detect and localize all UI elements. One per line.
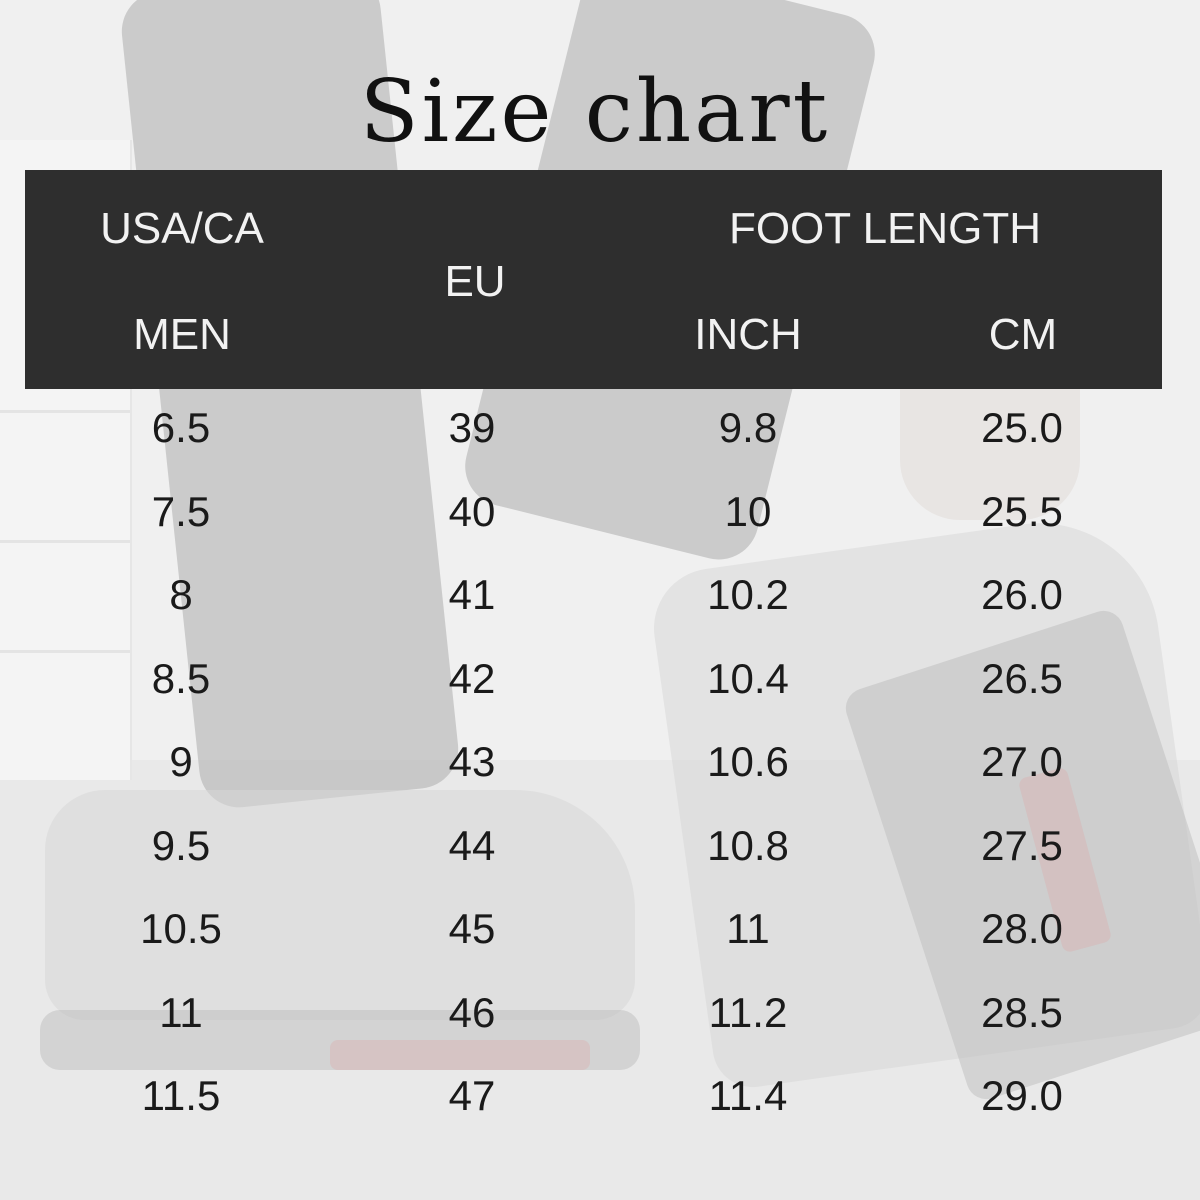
table-header: USA/CA MEN EU FOOT LENGTH INCH CM — [25, 170, 1162, 389]
table-row: 10.5 45 11 28.0 — [0, 899, 1200, 983]
cell-inch: 11.4 — [708, 1072, 788, 1119]
table-row: 9.5 44 10.8 27.5 — [0, 816, 1200, 900]
table-row: 6.5 39 9.8 25.0 — [0, 398, 1200, 482]
cell-eu-size: 39 — [448, 404, 496, 451]
table-row: 8.5 42 10.4 26.5 — [0, 649, 1200, 733]
cell-men-size: 6.5 — [151, 404, 211, 451]
header-cm: CM — [988, 310, 1058, 359]
cell-cm: 27.5 — [981, 821, 1063, 869]
cell-inch: 9.8 — [718, 404, 778, 451]
cell-men-size: 8 — [169, 571, 193, 618]
cell-inch: 10.4 — [707, 654, 789, 702]
cell-inch: 11 — [726, 905, 770, 952]
table-row: 7.5 40 10 25.5 — [0, 482, 1200, 566]
table-row: 11.5 47 11.4 29.0 — [0, 1066, 1200, 1150]
cell-cm: 29.0 — [981, 1072, 1063, 1119]
cell-men-size: 11.5 — [141, 1072, 221, 1119]
size-table-body: 6.5 39 9.8 25.0 7.5 40 10 25.5 8 41 10.2… — [0, 398, 1200, 1150]
cell-eu-size: 45 — [448, 905, 496, 952]
cell-cm: 28.5 — [981, 988, 1063, 1036]
cell-cm: 26.5 — [981, 654, 1063, 702]
cell-eu-size: 44 — [448, 821, 496, 869]
cell-inch: 11.2 — [708, 988, 788, 1036]
cell-cm: 25.5 — [981, 487, 1063, 535]
cell-eu-size: 42 — [448, 654, 496, 702]
header-eu: EU — [444, 257, 506, 306]
table-row: 8 41 10.2 26.0 — [0, 565, 1200, 649]
header-foot-length: FOOT LENGTH — [728, 204, 1042, 253]
table-row: 9 43 10.6 27.0 — [0, 732, 1200, 816]
cell-men-size: 10.5 — [140, 905, 222, 952]
cell-eu-size: 47 — [448, 1072, 496, 1119]
cell-men-size: 8.5 — [151, 654, 211, 702]
cell-cm: 26.0 — [981, 571, 1063, 618]
cell-inch: 10.8 — [707, 821, 789, 869]
table-row: 11 46 11.2 28.5 — [0, 983, 1200, 1067]
cell-men-size: 9 — [169, 738, 193, 785]
cell-cm: 27.0 — [981, 738, 1063, 785]
cell-men-size: 11 — [159, 988, 203, 1036]
cell-inch: 10.6 — [707, 738, 789, 785]
cell-men-size: 7.5 — [151, 487, 211, 535]
cell-inch: 10.2 — [707, 571, 789, 618]
header-usa-ca: USA/CA — [100, 204, 264, 253]
cell-eu-size: 40 — [448, 487, 496, 535]
cell-cm: 28.0 — [981, 905, 1063, 952]
header-men: MEN — [133, 310, 231, 359]
cell-men-size: 9.5 — [151, 821, 211, 869]
cell-inch: 10 — [724, 487, 772, 535]
page-title: Size chart — [359, 62, 831, 162]
header-inch: INCH — [694, 310, 802, 359]
cell-eu-size: 46 — [448, 988, 496, 1036]
cell-eu-size: 41 — [448, 571, 496, 618]
cell-eu-size: 43 — [448, 738, 496, 785]
cell-cm: 25.0 — [981, 404, 1063, 451]
